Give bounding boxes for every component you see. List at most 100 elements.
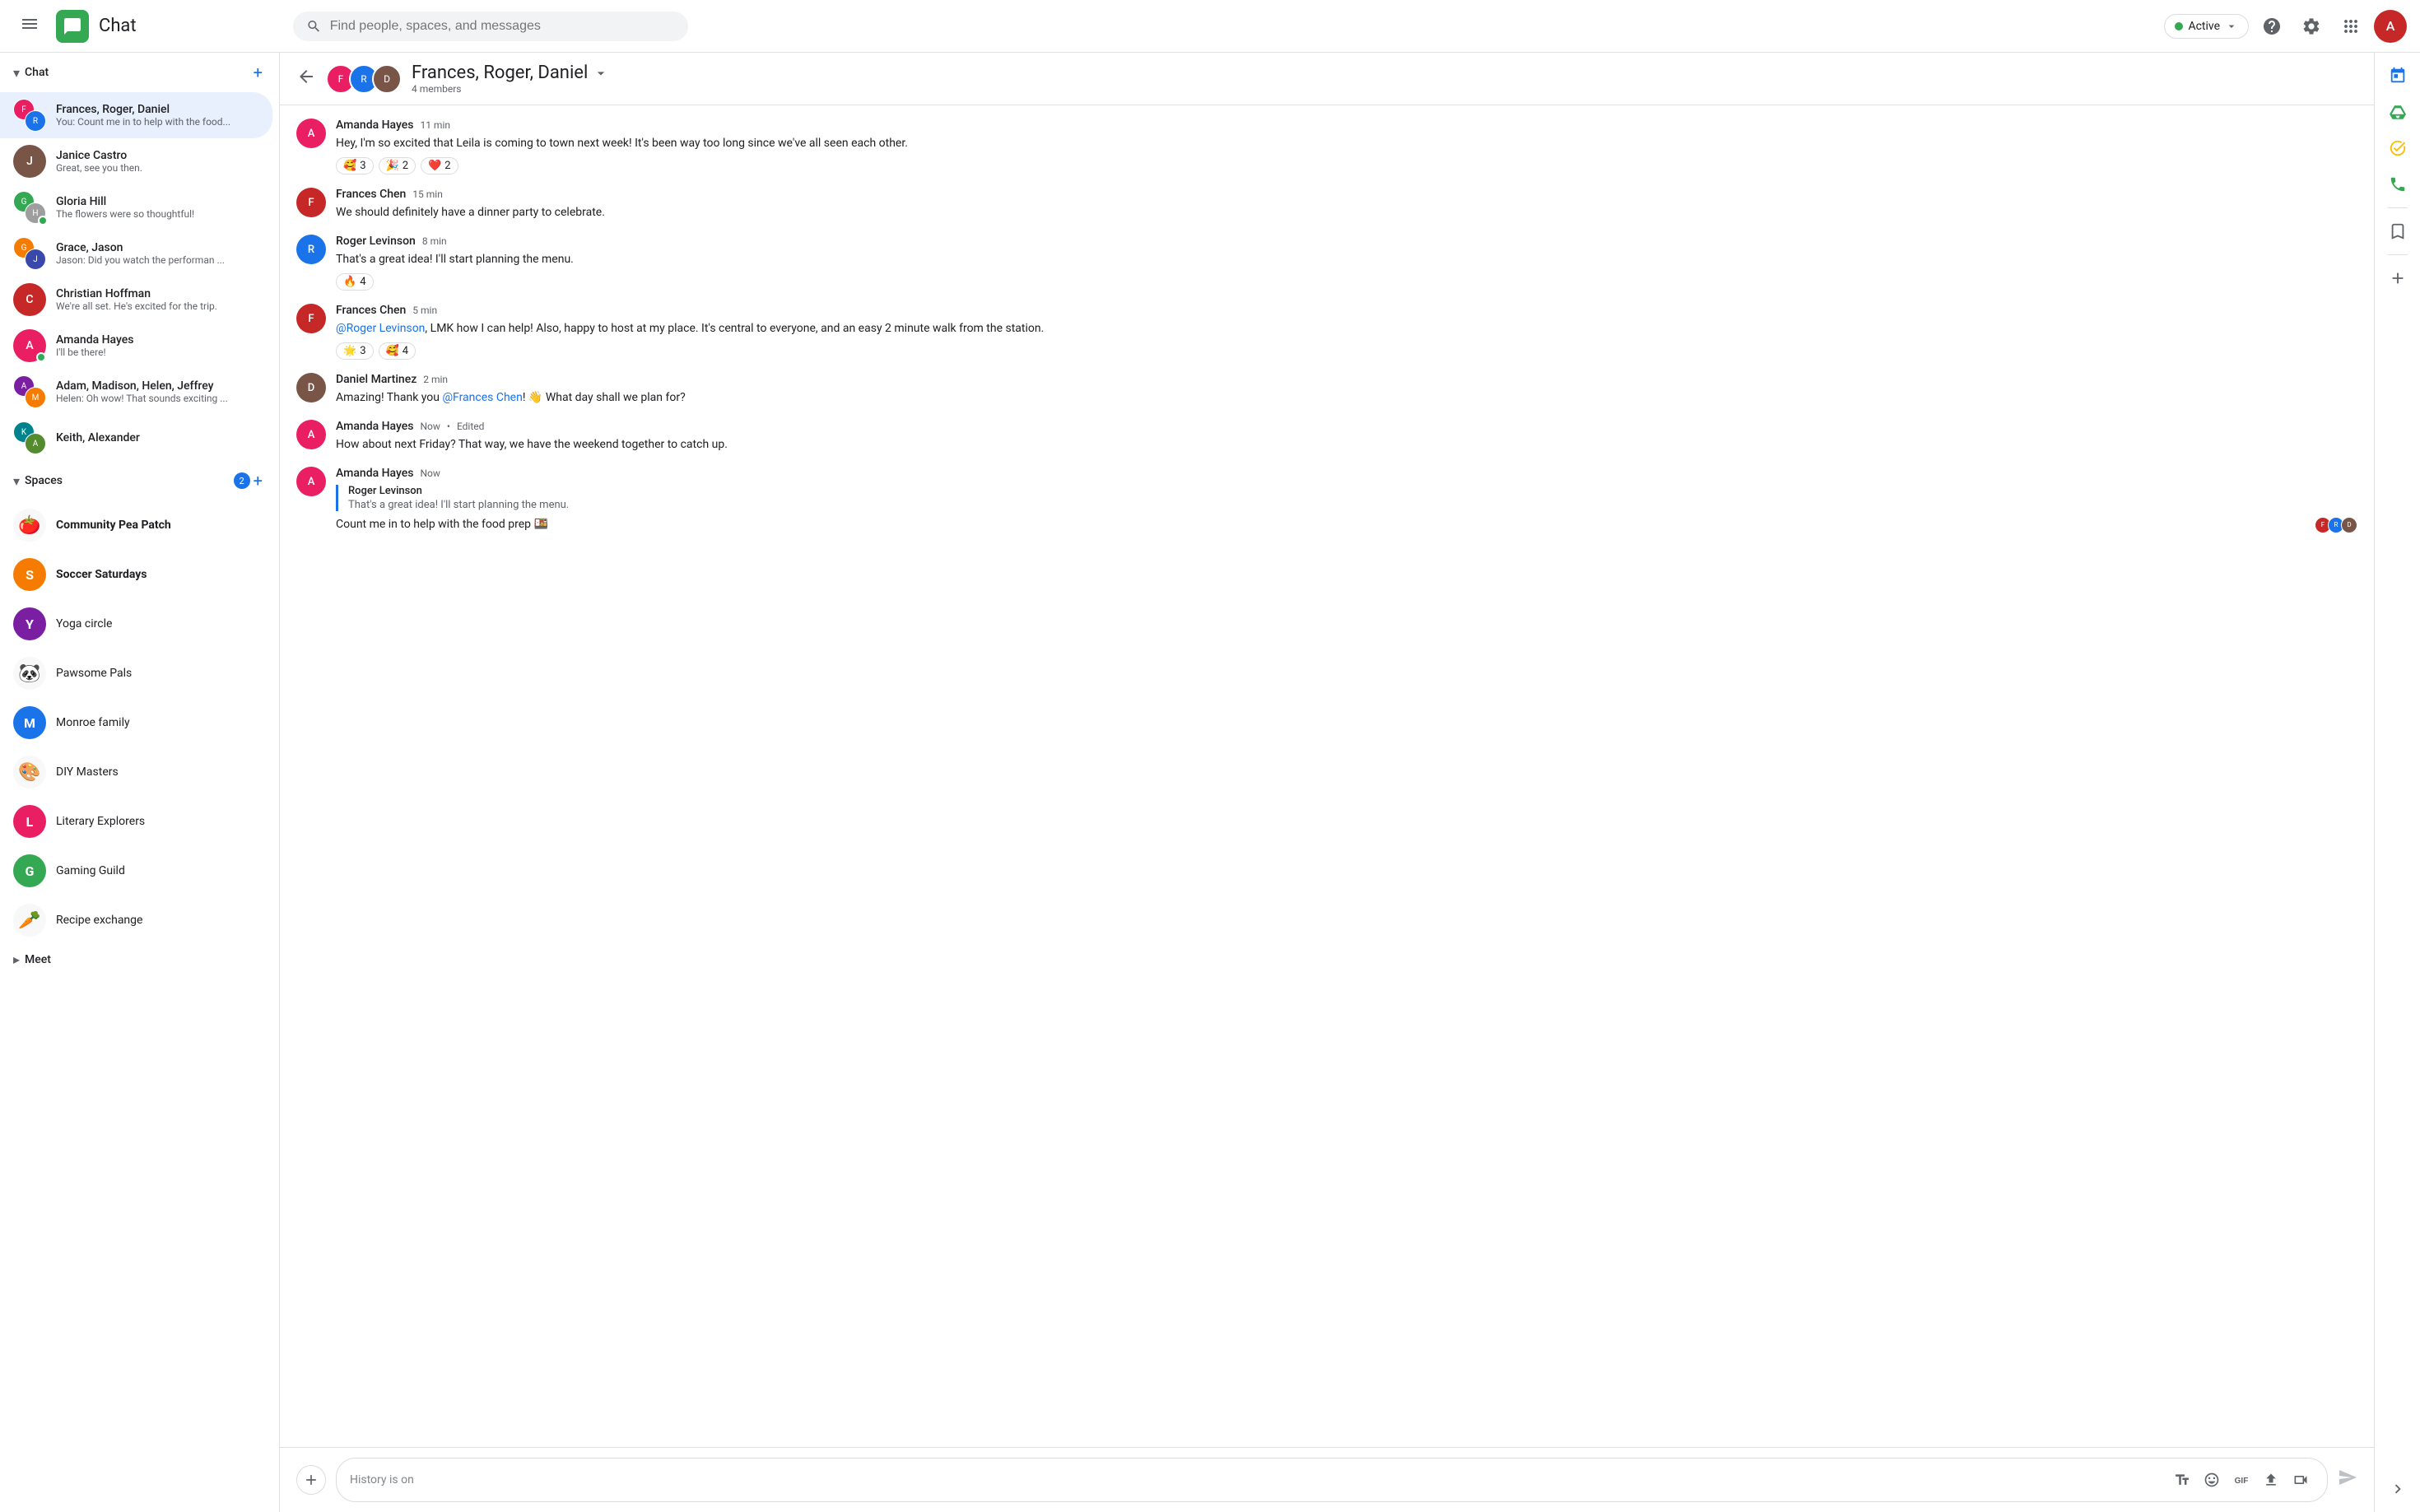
msg-text: Amazing! Thank you @Frances Chen! 👋 What…: [336, 389, 2357, 407]
space-name: Yoga circle: [56, 617, 112, 630]
space-item-community-pea-patch[interactable]: 🍅 Community Pea Patch: [0, 500, 279, 550]
space-item-soccer-saturdays[interactable]: S Soccer Saturdays: [0, 550, 279, 599]
apps-button[interactable]: [2334, 10, 2367, 43]
msg-content: Frances Chen 5 min @Roger Levinson, LMK …: [336, 304, 2357, 360]
chat-avatar-adam-madison: A M: [13, 375, 46, 408]
chat-item-christian-hoffman[interactable]: C Christian Hoffman We're all set. He's …: [0, 277, 272, 323]
space-avatar-pawsome: 🐼: [13, 657, 46, 690]
chat-avatar-gloria: G H: [13, 191, 46, 224]
chat-item-info: Gloria Hill The flowers were so thoughtf…: [56, 195, 259, 220]
settings-button[interactable]: [2295, 10, 2328, 43]
space-name: DIY Masters: [56, 765, 119, 779]
seen-avatar: D: [2341, 517, 2357, 533]
space-avatar-literary: L: [13, 805, 46, 838]
hamburger-menu[interactable]: [13, 7, 46, 44]
chat-item-grace-jason[interactable]: G J Grace, Jason Jason: Did you watch th…: [0, 230, 272, 277]
search-bar: [293, 12, 2164, 41]
chat-item-info: Keith, Alexander: [56, 431, 259, 444]
add-attachment-button[interactable]: [296, 1465, 326, 1495]
space-name: Pawsome Pals: [56, 667, 132, 680]
chat-item-adam-madison[interactable]: A M Adam, Madison, Helen, Jeffrey Helen:…: [0, 369, 272, 415]
msg-header: Frances Chen 15 min: [336, 188, 2357, 201]
search-input-wrap[interactable]: [293, 12, 688, 41]
calendar-rail-button[interactable]: [2381, 59, 2414, 92]
space-item-recipe-exchange[interactable]: 🥕 Recipe exchange: [0, 896, 279, 945]
spaces-add-button[interactable]: +: [250, 468, 266, 494]
reaction-pill[interactable]: 🥰4: [379, 342, 417, 360]
send-button[interactable]: [2338, 1468, 2357, 1492]
reactions: 🥰3 🎉2 ❤️2: [336, 157, 2357, 174]
spaces-section-title: Spaces: [25, 474, 229, 487]
chat-item-frances-roger-daniel[interactable]: F R Frances, Roger, Daniel You: Count me…: [0, 92, 272, 138]
add-rail-button[interactable]: [2381, 262, 2414, 295]
reactions: 🔥4: [336, 273, 2357, 291]
msg-header: Daniel Martinez 2 min: [336, 373, 2357, 386]
msg-content: Frances Chen 15 min We should definitely…: [336, 188, 2357, 221]
user-avatar[interactable]: A: [2374, 10, 2407, 43]
reaction-pill[interactable]: 🌟3: [336, 342, 374, 360]
meet-section[interactable]: ▸ Meet: [0, 945, 279, 974]
space-item-pawsome-pals[interactable]: 🐼 Pawsome Pals: [0, 649, 279, 698]
text-format-button[interactable]: [2169, 1467, 2195, 1493]
space-item-literary-explorers[interactable]: L Literary Explorers: [0, 797, 279, 846]
emoji-button[interactable]: [2199, 1467, 2225, 1493]
chat-item-info: Christian Hoffman We're all set. He's ex…: [56, 287, 259, 312]
gif-button[interactable]: GIF: [2228, 1467, 2255, 1493]
msg-header: Amanda Hayes 11 min: [336, 119, 2357, 132]
chat-members-count: 4 members: [412, 83, 2357, 95]
rail-divider-2: [2388, 254, 2408, 255]
msg-sender-name: Frances Chen: [336, 188, 406, 201]
reaction-pill[interactable]: ❤️2: [421, 157, 458, 174]
app-logo: [56, 10, 89, 43]
space-item-yoga-circle[interactable]: Y Yoga circle: [0, 599, 279, 649]
chat-item-amanda-hayes[interactable]: A Amanda Hayes I'll be there!: [0, 323, 272, 369]
msg-content: Roger Levinson 8 min That's a great idea…: [336, 235, 2357, 291]
input-history-label: History is on: [350, 1473, 2162, 1486]
search-input[interactable]: [330, 19, 675, 34]
chat-avatar-keith: K A: [13, 421, 46, 454]
app-title: Chat: [99, 16, 137, 36]
bookmark-rail-button[interactable]: [2381, 215, 2414, 248]
input-area: History is on GIF: [280, 1447, 2374, 1512]
chat-item-gloria-hill[interactable]: G H Gloria Hill The flowers were so thou…: [0, 184, 272, 230]
msg-time: 15 min: [412, 188, 443, 200]
chat-item-preview: I'll be there!: [56, 347, 259, 358]
quote-name: Roger Levinson: [348, 485, 2357, 497]
chat-item-preview: Great, see you then.: [56, 162, 259, 174]
phone-rail-button[interactable]: [2381, 168, 2414, 201]
chat-add-button[interactable]: +: [250, 59, 266, 86]
input-actions: GIF: [2169, 1467, 2314, 1493]
chat-item-janice-castro[interactable]: J Janice Castro Great, see you then.: [0, 138, 272, 184]
meet-chevron-icon: ▸: [13, 951, 20, 967]
spaces-section-header[interactable]: ▾ Spaces 2 +: [0, 461, 279, 500]
drive-rail-button[interactable]: [2381, 95, 2414, 128]
chat-item-name: Adam, Madison, Helen, Jeffrey: [56, 379, 259, 393]
reaction-pill[interactable]: 🎉2: [379, 157, 417, 174]
more-rail-button[interactable]: [2381, 1472, 2414, 1505]
space-item-gaming-guild[interactable]: G Gaming Guild: [0, 846, 279, 896]
chat-header: F R D Frances, Roger, Daniel 4 members: [280, 53, 2374, 105]
space-item-monroe-family[interactable]: M Monroe family: [0, 698, 279, 747]
tasks-rail-button[interactable]: [2381, 132, 2414, 165]
space-item-diy-masters[interactable]: 🎨 DIY Masters: [0, 747, 279, 797]
status-pill[interactable]: Active: [2164, 14, 2249, 39]
upload-button[interactable]: [2258, 1467, 2284, 1493]
chat-header-info: Frances, Roger, Daniel 4 members: [412, 63, 2357, 95]
chat-section-header[interactable]: ▾ Chat +: [0, 53, 279, 92]
right-rail: [2374, 53, 2420, 1512]
chat-header-title[interactable]: Frances, Roger, Daniel: [412, 63, 2357, 83]
back-button[interactable]: [296, 67, 316, 91]
messages-wrap: A Amanda Hayes 11 min Hey, I'm so excite…: [280, 105, 2374, 1447]
meet-section-title: Meet: [25, 953, 51, 966]
reaction-pill[interactable]: 🔥4: [336, 273, 374, 291]
chat-item-keith-alexander[interactable]: K A Keith, Alexander: [0, 415, 272, 461]
reaction-pill[interactable]: 🥰3: [336, 157, 374, 174]
msg-content: Amanda Hayes Now • Edited How about next…: [336, 420, 2357, 454]
help-button[interactable]: [2255, 10, 2288, 43]
msg-avatar-frances: F: [296, 188, 326, 217]
top-bar-right: Active A: [2164, 10, 2407, 43]
message-input-box[interactable]: History is on GIF: [336, 1458, 2328, 1502]
video-call-button[interactable]: [2287, 1467, 2314, 1493]
chat-item-name: Keith, Alexander: [56, 431, 259, 444]
msg-content: Daniel Martinez 2 min Amazing! Thank you…: [336, 373, 2357, 407]
